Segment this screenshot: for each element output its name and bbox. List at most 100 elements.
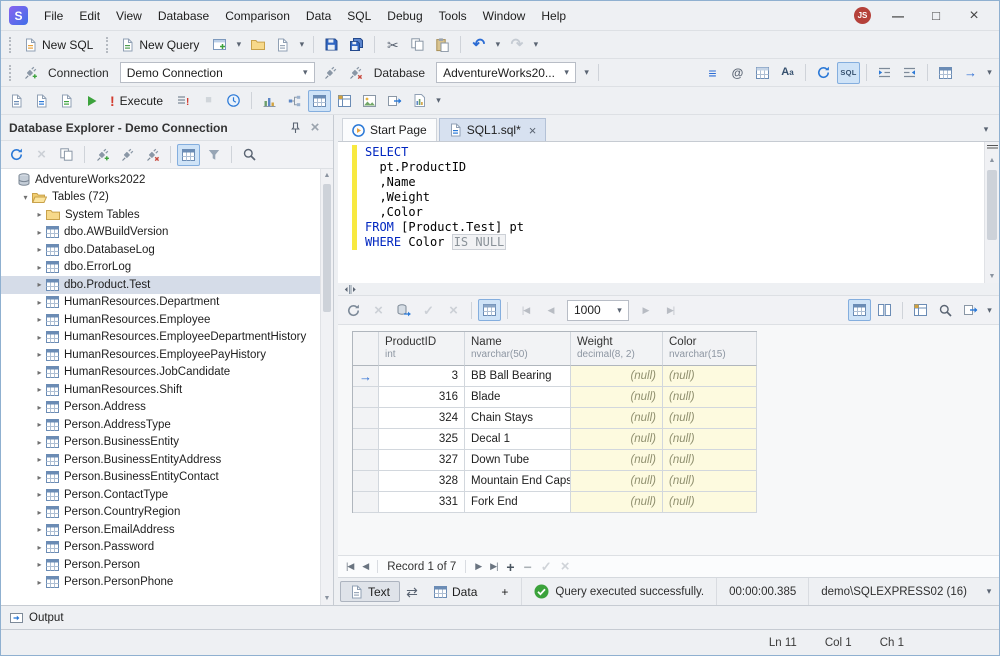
new-window-dropdown-icon[interactable]: ▾ (233, 40, 244, 49)
stop-refresh-button[interactable]: × (30, 144, 53, 166)
append-record-button[interactable]: + (506, 560, 514, 574)
row-indicator[interactable] (353, 471, 379, 492)
sql-editor[interactable]: SELECT pt.ProductID ,Name ,Weight ,Color… (338, 141, 999, 283)
grid-cell[interactable]: Down Tube (465, 450, 571, 471)
refresh-explorer-button[interactable] (5, 144, 28, 166)
connection-wizard-button[interactable] (19, 62, 42, 84)
refresh-suggestions-button[interactable] (812, 62, 835, 84)
open-recent-button[interactable] (271, 34, 294, 56)
code-line[interactable]: pt.ProductID (365, 160, 524, 175)
close-panel-icon[interactable]: × (305, 120, 325, 135)
column-header-weight[interactable]: Weight decimal(8, 2) (571, 332, 663, 366)
export-grid-button[interactable] (959, 299, 982, 321)
grid-cell[interactable]: Fork End (465, 492, 571, 513)
duplicate-connection-button[interactable] (55, 144, 78, 166)
tree-item[interactable]: ▸ Person.ContactType (1, 486, 320, 504)
chevron-collapsed-icon[interactable]: ▸ (33, 490, 46, 499)
menu-sql[interactable]: SQL (339, 4, 379, 28)
first-record-button[interactable]: |◀ (346, 561, 354, 572)
undo-button[interactable]: ↶ (467, 34, 490, 56)
grid-cell[interactable]: (null) (571, 450, 663, 471)
chevron-collapsed-icon[interactable]: ▸ (33, 560, 46, 569)
connect-button[interactable] (320, 62, 343, 84)
chevron-collapsed-icon[interactable]: ▸ (33, 455, 46, 464)
tree-item[interactable]: ▸ Person.CountryRegion (1, 504, 320, 522)
execute-button[interactable]: ! Execute (105, 92, 170, 110)
scroll-up-icon[interactable]: ▲ (321, 169, 333, 182)
code-line[interactable]: SELECT (365, 145, 524, 160)
chevron-down-icon[interactable]: ▾ (300, 68, 311, 77)
new-db-connection-button[interactable] (91, 144, 114, 166)
commit-changes-button[interactable]: ✓ (417, 299, 440, 321)
editor-scrollbar[interactable]: ▲ ▼ (984, 142, 999, 283)
grid-cell[interactable]: (null) (571, 429, 663, 450)
menu-view[interactable]: View (108, 4, 150, 28)
column-header-color[interactable]: Color nvarchar(15) (663, 332, 757, 366)
tree-item[interactable]: AdventureWorks2022 (1, 171, 320, 189)
switch-view-button[interactable]: ⇄ (402, 585, 422, 599)
editor-toolbar-dropdown-icon[interactable]: ▾ (984, 68, 995, 77)
cut-button[interactable]: ✂ (381, 34, 404, 56)
scroll-down-icon[interactable]: ▼ (321, 592, 333, 605)
tree-item[interactable]: ▸ HumanResources.EmployeePayHistory (1, 346, 320, 364)
parse-query-button[interactable] (80, 90, 103, 112)
first-page-button[interactable]: |◀ (514, 299, 537, 321)
grid-cell[interactable]: 324 (379, 408, 465, 429)
grid-cell[interactable]: BB Ball Bearing (465, 366, 571, 387)
tree-item[interactable]: ▸ Person.PersonPhone (1, 574, 320, 592)
rollback-changes-button[interactable]: × (442, 299, 465, 321)
results-pivot-button[interactable] (333, 90, 356, 112)
tab-text-view[interactable]: Text (340, 581, 401, 602)
indent-increase-button[interactable] (873, 62, 896, 84)
grid-cell[interactable]: 327 (379, 450, 465, 471)
chevron-collapsed-icon[interactable]: ▸ (33, 438, 46, 447)
card-view-button[interactable] (873, 299, 896, 321)
grid-cell[interactable]: (null) (571, 471, 663, 492)
toolbar-grip[interactable] (106, 36, 110, 53)
chevron-collapsed-icon[interactable]: ▸ (33, 228, 46, 237)
chevron-collapsed-icon[interactable]: ▸ (33, 368, 46, 377)
grid-cell[interactable]: (null) (571, 492, 663, 513)
refresh-results-button[interactable] (342, 299, 365, 321)
tree-item[interactable]: ▸ HumanResources.Department (1, 294, 320, 312)
chevron-collapsed-icon[interactable]: ▸ (33, 473, 46, 482)
row-indicator[interactable] (353, 387, 379, 408)
chevron-collapsed-icon[interactable]: ▸ (33, 508, 46, 517)
query-layout-button[interactable] (751, 62, 774, 84)
chevron-collapsed-icon[interactable]: ▸ (33, 263, 46, 272)
find-object-button[interactable] (238, 144, 261, 166)
grid-cell[interactable]: 331 (379, 492, 465, 513)
connection-combo[interactable]: Demo Connection ▾ (119, 62, 315, 83)
grid-cell[interactable]: 325 (379, 429, 465, 450)
scrollbar-thumb[interactable] (323, 184, 331, 312)
prev-record-button[interactable]: ◀ (362, 561, 369, 572)
grid-cell[interactable]: 316 (379, 387, 465, 408)
tree-item[interactable]: ▸ Person.BusinessEntityAddress (1, 451, 320, 469)
chevron-collapsed-icon[interactable]: ▸ (33, 245, 46, 254)
last-page-button[interactable]: ▶| (659, 299, 682, 321)
code-line[interactable]: ,Weight (365, 190, 524, 205)
insert-snippet-button[interactable]: @ (726, 62, 749, 84)
tree-item[interactable]: ▾ Tables (72) (1, 189, 320, 207)
redo-dropdown-icon[interactable]: ▾ (530, 40, 541, 49)
validate-document-button[interactable] (55, 90, 78, 112)
tab-list-dropdown-icon[interactable]: ▾ (977, 121, 995, 135)
grid-cell[interactable]: Blade (465, 387, 571, 408)
query-history-button[interactable] (222, 90, 245, 112)
editor-scrollbar-thumb[interactable] (987, 170, 997, 240)
chevron-collapsed-icon[interactable]: ▸ (33, 280, 46, 289)
close-tab-icon[interactable]: × (529, 124, 537, 137)
code-line[interactable]: ,Color (365, 205, 524, 220)
editor-scroll-down-icon[interactable]: ▼ (985, 270, 999, 283)
tree-item[interactable]: ▸ Person.Person (1, 556, 320, 574)
output-panel-tab[interactable]: Output (1, 605, 999, 629)
tree-item[interactable]: ▸ Person.AddressType (1, 416, 320, 434)
image-viewer-button[interactable] (358, 90, 381, 112)
chevron-collapsed-icon[interactable]: ▸ (33, 350, 46, 359)
status-dropdown-icon[interactable]: ▾ (979, 587, 999, 596)
grid-cell[interactable]: (null) (663, 492, 757, 513)
tree-item[interactable]: ▸ dbo.ErrorLog (1, 259, 320, 277)
menu-file[interactable]: File (36, 4, 71, 28)
new-sql-button[interactable]: New SQL (19, 36, 100, 54)
tree-item[interactable]: ▸ System Tables (1, 206, 320, 224)
